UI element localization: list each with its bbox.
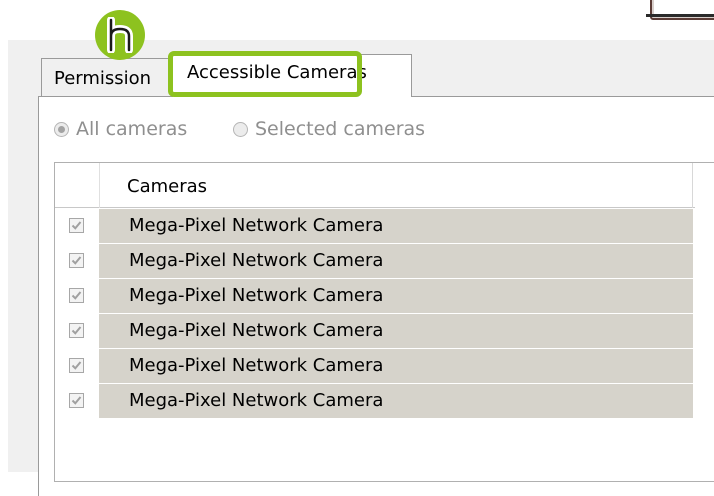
camera-name: Mega-Pixel Network Camera xyxy=(129,215,384,236)
row-checkbox[interactable] xyxy=(69,323,84,338)
row-checkbox[interactable] xyxy=(69,218,84,233)
camera-name: Mega-Pixel Network Camera xyxy=(129,285,384,306)
row-checkbox[interactable] xyxy=(69,393,84,408)
grid-header: Cameras xyxy=(55,163,695,208)
checkmark-icon xyxy=(71,326,82,335)
table-row[interactable]: Mega-Pixel Network Camera xyxy=(55,244,695,279)
table-row[interactable]: Mega-Pixel Network Camera xyxy=(55,349,695,384)
callout-letter-icon xyxy=(107,17,133,53)
row-checkbox[interactable] xyxy=(69,288,84,303)
checkmark-icon xyxy=(71,221,82,230)
cameras-grid: Cameras Mega-Pixel Network Camera Mega-Pi… xyxy=(54,162,714,482)
radio-all-cameras[interactable]: All cameras xyxy=(54,118,187,140)
checkmark-icon xyxy=(71,361,82,370)
radio-unchecked-icon xyxy=(233,121,248,137)
camera-name: Mega-Pixel Network Camera xyxy=(129,320,384,341)
button-shadow xyxy=(646,14,714,17)
checkmark-icon xyxy=(71,256,82,265)
grid-rows: Mega-Pixel Network Camera Mega-Pixel Netw… xyxy=(55,209,695,419)
tab-permission-label: Permission xyxy=(54,68,152,89)
camera-name: Mega-Pixel Network Camera xyxy=(129,250,384,271)
header-edge xyxy=(692,163,693,208)
table-row[interactable]: Mega-Pixel Network Camera xyxy=(55,384,695,419)
checkmark-icon xyxy=(71,291,82,300)
tab-permission[interactable]: Permission xyxy=(41,58,173,96)
camera-name: Mega-Pixel Network Camera xyxy=(129,355,384,376)
header-divider xyxy=(99,163,100,208)
column-header-cameras[interactable]: Cameras xyxy=(127,176,207,198)
row-checkbox[interactable] xyxy=(69,358,84,373)
radio-checked-icon xyxy=(54,121,69,137)
table-row[interactable]: Mega-Pixel Network Camera xyxy=(55,279,695,314)
table-row[interactable]: Mega-Pixel Network Camera xyxy=(55,209,695,244)
table-row[interactable]: Mega-Pixel Network Camera xyxy=(55,314,695,349)
radio-selected-cameras[interactable]: Selected cameras xyxy=(233,118,425,140)
radio-selected-cameras-label: Selected cameras xyxy=(255,118,426,140)
checkmark-icon xyxy=(71,396,82,405)
radio-all-cameras-label: All cameras xyxy=(76,118,188,140)
camera-name: Mega-Pixel Network Camera xyxy=(129,390,384,411)
tab-highlight-frame xyxy=(168,51,362,97)
callout-badge xyxy=(95,10,145,60)
row-checkbox[interactable] xyxy=(69,253,84,268)
dialog-button-edge[interactable] xyxy=(650,0,714,20)
